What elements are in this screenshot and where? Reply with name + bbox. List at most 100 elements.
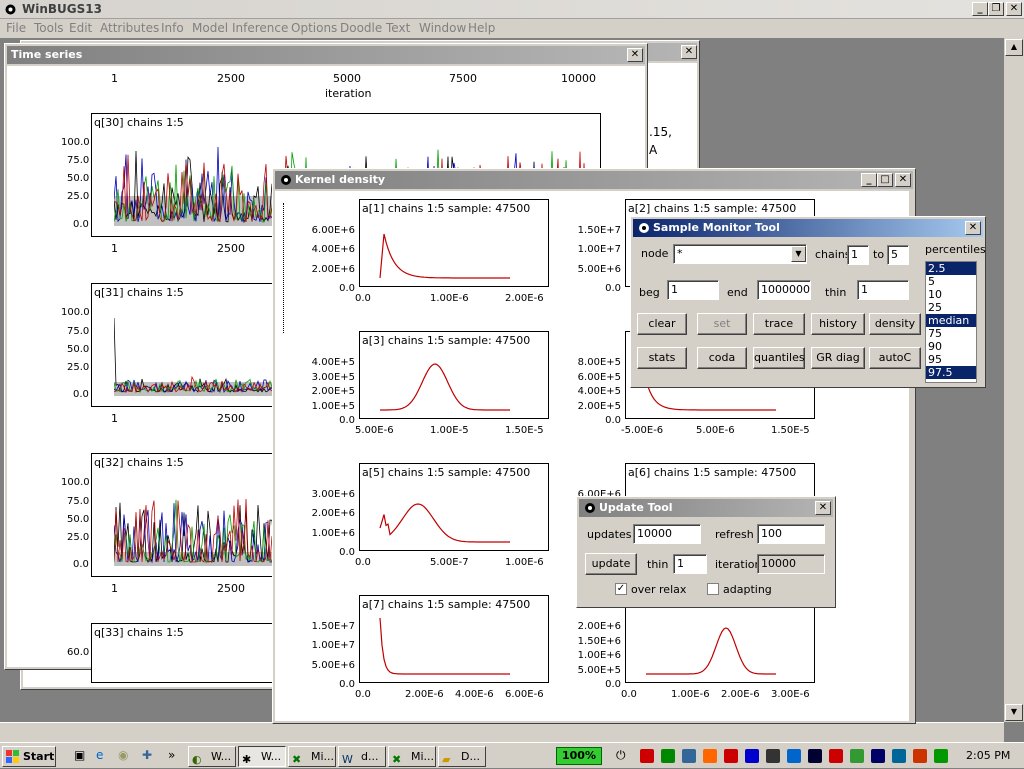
- task-button-active[interactable]: ✱ W...: [238, 746, 286, 767]
- coda-button[interactable]: coda: [697, 347, 747, 369]
- percentile-item[interactable]: 5: [926, 275, 976, 288]
- node-input[interactable]: *: [673, 244, 807, 264]
- tool-icon[interactable]: [829, 749, 843, 763]
- percentile-item[interactable]: 2.5: [926, 262, 976, 275]
- excel-icon: ✖: [392, 753, 402, 766]
- history-button[interactable]: history: [811, 313, 865, 335]
- menu-tools[interactable]: Tools: [34, 21, 64, 35]
- alert-icon[interactable]: [724, 749, 738, 763]
- menu-help[interactable]: Help: [468, 21, 495, 35]
- background-window-close-icon[interactable]: ✕: [681, 45, 697, 59]
- network-icon[interactable]: [640, 749, 654, 763]
- clear-button[interactable]: clear: [637, 313, 687, 335]
- close-button[interactable]: ✕: [1006, 2, 1022, 16]
- update-tool[interactable]: Update Tool ✕ updates 10000 refresh 100 …: [576, 496, 836, 608]
- over-relax-label: over relax: [631, 583, 687, 596]
- thin-input[interactable]: 1: [673, 554, 707, 574]
- gr-diag-button[interactable]: GR diag: [811, 347, 865, 369]
- over-relax-checkbox[interactable]: ✓: [615, 583, 627, 595]
- thin-input[interactable]: 1: [857, 280, 909, 300]
- update-button[interactable]: update: [585, 553, 637, 575]
- task-button[interactable]: ◐ W...: [188, 746, 236, 767]
- update-icon[interactable]: [703, 749, 717, 763]
- da-icon[interactable]: [892, 749, 906, 763]
- menu-doodle[interactable]: Doodle: [340, 21, 382, 35]
- percentile-item[interactable]: 25: [926, 301, 976, 314]
- refresh-input[interactable]: 100: [757, 524, 825, 544]
- kd-xtick: 2.00E-6: [405, 689, 444, 700]
- media-icon[interactable]: [745, 749, 759, 763]
- battery-indicator[interactable]: 100%: [556, 747, 602, 765]
- trace-button[interactable]: trace: [753, 313, 805, 335]
- percentile-item[interactable]: median: [926, 314, 976, 327]
- horizontal-scrollbar[interactable]: [0, 722, 1004, 742]
- percentile-item[interactable]: 90: [926, 340, 976, 353]
- quantiles-button[interactable]: quantiles: [753, 347, 805, 369]
- menu-model[interactable]: Model: [192, 21, 228, 35]
- scroll-up-icon[interactable]: ▲: [1005, 39, 1023, 56]
- sync-icon[interactable]: [850, 749, 864, 763]
- update-tool-close-icon[interactable]: ✕: [815, 501, 831, 515]
- sample-monitor-close-icon[interactable]: ✕: [965, 221, 981, 235]
- autoc-button[interactable]: autoC: [869, 347, 921, 369]
- menu-options[interactable]: Options: [291, 21, 337, 35]
- adapting-checkbox[interactable]: [707, 583, 719, 595]
- vertical-scrollbar[interactable]: ▲ ▼: [1004, 38, 1024, 722]
- ts-top-tick: 1: [111, 72, 118, 85]
- security-icon[interactable]: [871, 749, 885, 763]
- menu-inference[interactable]: Inference: [232, 21, 288, 35]
- percentile-item[interactable]: 75: [926, 327, 976, 340]
- updates-input[interactable]: 10000: [633, 524, 701, 544]
- kd-close-icon[interactable]: ✕: [895, 173, 911, 187]
- to-label: to: [873, 248, 885, 261]
- volume-icon[interactable]: [661, 749, 675, 763]
- time-series-close-icon[interactable]: ✕: [627, 48, 643, 62]
- density-button[interactable]: density: [869, 313, 921, 335]
- chains-from-input[interactable]: 1: [847, 245, 869, 265]
- kd-density-curve: [646, 627, 776, 675]
- shield-icon[interactable]: [808, 749, 822, 763]
- menu-attributes[interactable]: Attributes: [100, 21, 159, 35]
- wifi-icon[interactable]: [787, 749, 801, 763]
- task-button[interactable]: ✖ Mi...: [388, 746, 436, 767]
- power-plug-icon[interactable]: ⏻: [616, 748, 626, 763]
- restore-button[interactable]: ❐: [988, 2, 1004, 16]
- sample-monitor-tool[interactable]: Sample Monitor Tool ✕ node * ▼ chains 1 …: [630, 216, 986, 388]
- scroll-down-icon[interactable]: ▼: [1005, 704, 1023, 721]
- percentile-item[interactable]: 10: [926, 288, 976, 301]
- kd-maximize-icon[interactable]: □: [877, 173, 893, 187]
- menu-text[interactable]: Text: [386, 21, 410, 35]
- set-button[interactable]: set: [697, 313, 747, 335]
- task-button[interactable]: ▰ D...: [438, 746, 486, 767]
- chevron-down-icon[interactable]: ▼: [791, 246, 806, 262]
- desktop-icon[interactable]: ▣: [74, 748, 85, 762]
- kd-xtick: 1.00E-6: [430, 293, 469, 304]
- flag-icon[interactable]: [913, 749, 927, 763]
- percentile-item[interactable]: 95: [926, 353, 976, 366]
- task-button[interactable]: Wd...: [338, 746, 386, 767]
- quick-launch-icon[interactable]: ◉: [118, 748, 128, 762]
- task-button[interactable]: ✖ Mi...: [288, 746, 336, 767]
- kd-ytick: 0.0: [605, 679, 621, 690]
- beg-input[interactable]: 1: [667, 280, 719, 300]
- kd-minimize-icon[interactable]: _: [861, 173, 877, 187]
- ie-icon[interactable]: e: [96, 748, 103, 762]
- percentile-item[interactable]: 97.5: [926, 366, 976, 379]
- percentiles-list[interactable]: 2.5 5 10 25 median 75 90 95 97.5: [925, 261, 977, 383]
- ts-top-tick: 5000: [333, 72, 361, 85]
- menu-window[interactable]: Window: [419, 21, 466, 35]
- quick-launch-icon[interactable]: ✚: [142, 748, 152, 762]
- antivirus-icon[interactable]: [682, 749, 696, 763]
- stats-button[interactable]: stats: [637, 347, 687, 369]
- chevron-right-icon[interactable]: »: [168, 748, 175, 762]
- end-input[interactable]: 1000000: [757, 280, 811, 300]
- device-icon[interactable]: [766, 749, 780, 763]
- start-button[interactable]: Start: [2, 746, 56, 767]
- menu-info[interactable]: Info: [161, 21, 184, 35]
- density-line: [646, 627, 776, 675]
- check-icon[interactable]: [934, 749, 948, 763]
- menu-file[interactable]: File: [6, 21, 26, 35]
- menu-edit[interactable]: Edit: [69, 21, 92, 35]
- minimize-button[interactable]: _: [972, 2, 988, 16]
- chains-to-input[interactable]: 5: [887, 245, 909, 265]
